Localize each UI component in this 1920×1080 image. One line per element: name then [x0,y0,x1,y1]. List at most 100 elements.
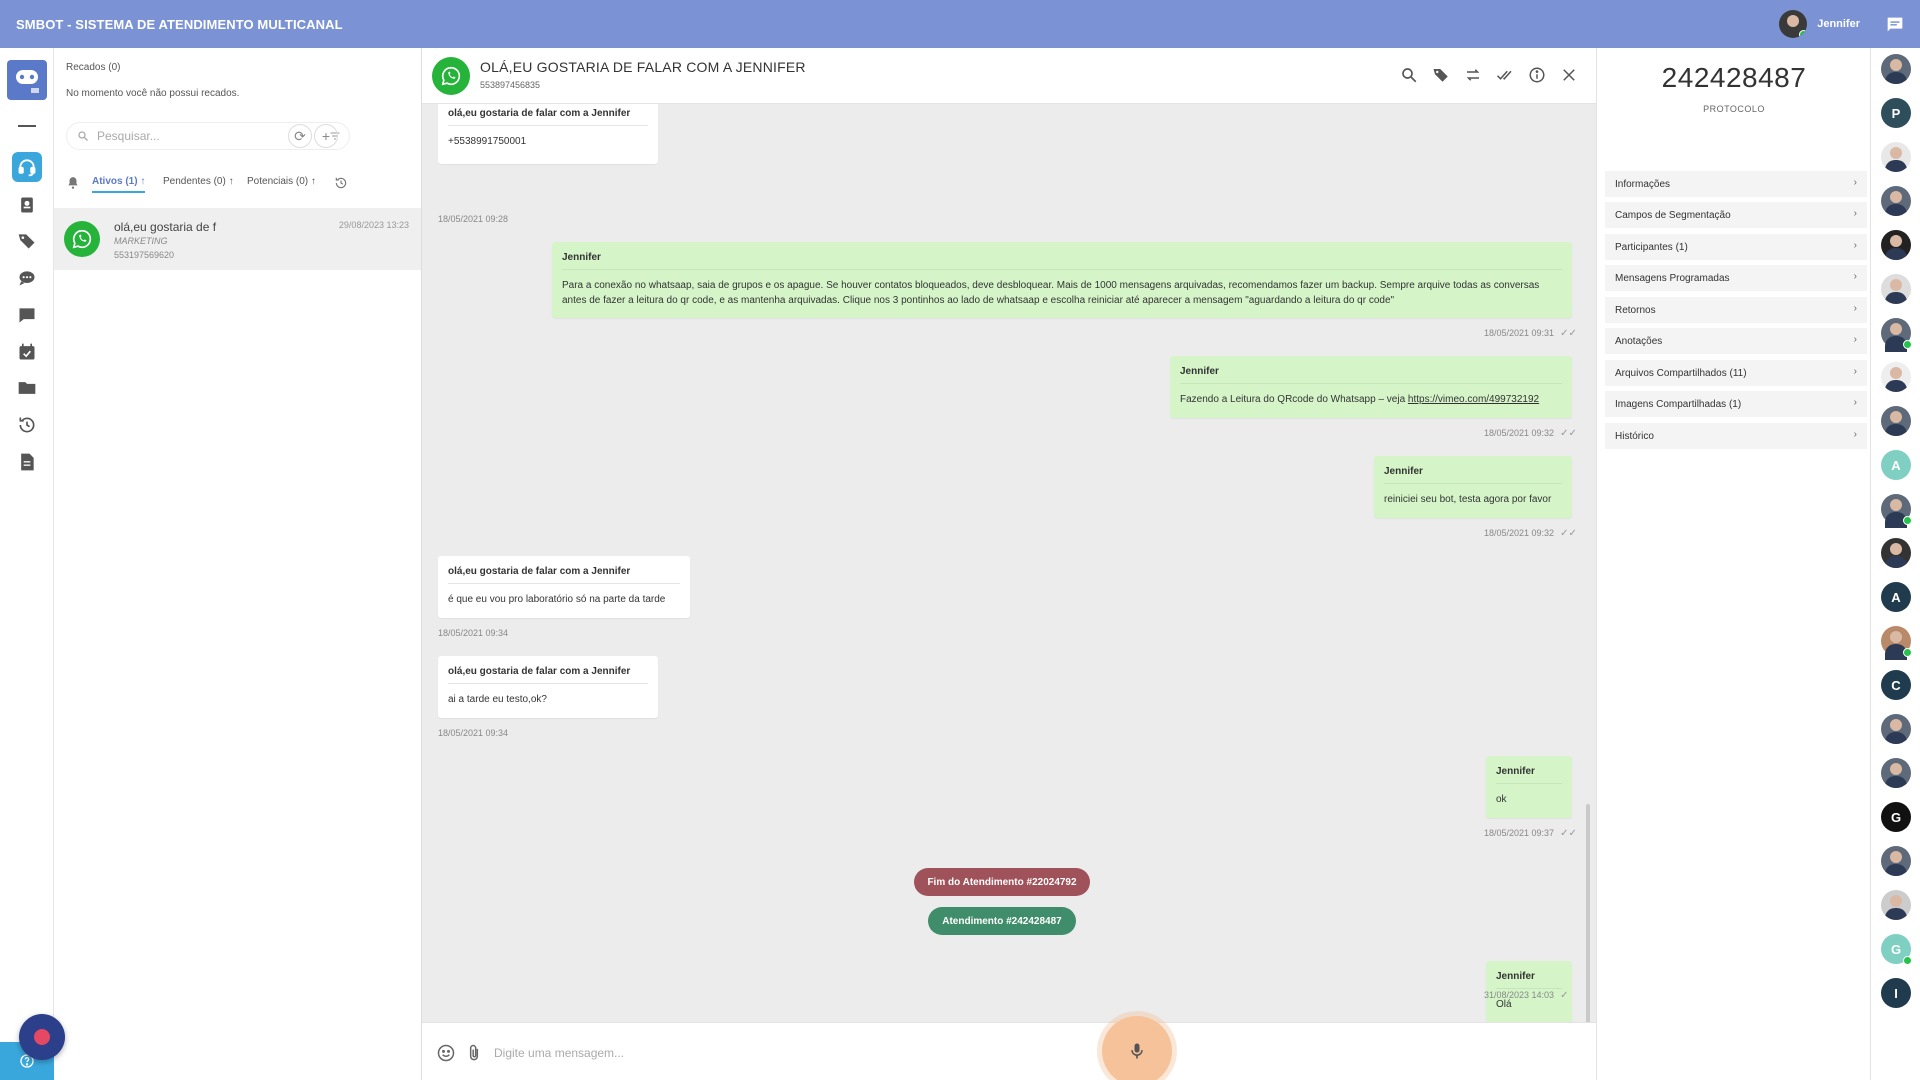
conversation-tabs: Ativos (1) ↑ Pendentes (0) ↑ Potenciais … [66,172,416,200]
tab-pendentes-label: Pendentes (0) [163,176,226,187]
agent-initial: A [1891,457,1901,473]
info-section-anotacoes[interactable]: Anotações › [1605,328,1867,354]
agent-avatar[interactable] [1881,318,1912,352]
message-text: +5538991750001 [448,136,527,147]
history-icon[interactable] [334,176,348,190]
agent-avatar[interactable]: I [1881,978,1911,1008]
video-link[interactable]: https://vimeo.com/499732192 [1408,394,1539,405]
tab-ativos-label: Ativos (1) [92,176,138,187]
bot-logo-icon[interactable] [7,60,47,100]
agent-avatar[interactable]: P [1881,98,1911,128]
agent-avatar[interactable]: A [1881,582,1911,612]
info-section-mensagens[interactable]: Mensagens Programadas › [1605,265,1867,291]
agent-avatar[interactable] [1881,758,1911,788]
agent-avatar[interactable] [1881,142,1911,172]
agent-avatar[interactable] [1881,846,1911,876]
user-avatar [1779,10,1808,38]
info-section-retornos[interactable]: Retornos › [1605,297,1867,323]
tab-pendentes[interactable]: Pendentes (0) ↑ [163,172,234,191]
bell-icon[interactable] [66,176,80,190]
info-section-campos[interactable]: Campos de Segmentação › [1605,202,1867,228]
agent-avatar[interactable]: C [1881,670,1911,700]
info-section-historico[interactable]: Histórico › [1605,423,1867,449]
agent-avatar[interactable] [1881,626,1912,660]
message-status: 31/08/2023 14:03 ✓ [1484,990,1568,1001]
tags-icon[interactable] [12,226,42,256]
outgoing-message: Jennifer Fazendo a Leitura do QRcode do … [1170,356,1572,418]
online-indicator [1903,956,1912,965]
message-sender: olá,eu gostaria de falar com a Jennifer [448,108,648,126]
record-button[interactable] [19,1014,65,1060]
agent-avatar[interactable] [1881,230,1911,260]
tags-icon[interactable] [1432,66,1450,84]
message-icon[interactable] [12,300,42,330]
info-section-participantes[interactable]: Participantes (1) › [1605,234,1867,260]
message-input[interactable]: Digite uma mensagem... [494,1046,624,1060]
message-status: 18/05/2021 09:37 ✓✓ [1484,828,1577,839]
emoji-icon[interactable] [436,1043,456,1063]
double-check-icon: ✓✓ [1560,528,1577,539]
tab-potenciais[interactable]: Potenciais (0) ↑ [247,172,316,191]
microphone-button[interactable] [1102,1016,1172,1080]
transfer-icon[interactable] [1464,66,1482,84]
search-icon [78,131,88,141]
scrollbar[interactable] [1586,804,1590,1022]
message-sender: olá,eu gostaria de falar com a Jennifer [448,566,680,584]
double-check-icon[interactable] [1496,66,1514,84]
whatsapp-icon [64,221,100,257]
message-sender: Jennifer [1180,366,1562,384]
close-icon[interactable] [1560,66,1578,84]
agent-avatar[interactable] [1881,362,1911,392]
agent-avatar[interactable] [1881,890,1911,920]
agent-avatar[interactable] [1881,494,1912,528]
history-icon[interactable] [12,410,42,440]
calendar-check-icon[interactable] [12,337,42,367]
message-sender: Jennifer [1496,971,1562,989]
contacts-icon[interactable] [12,190,42,220]
message-status: 18/05/2021 09:32 ✓✓ [1484,428,1577,439]
record-dot-icon [34,1029,50,1045]
chat-dots-icon[interactable] [12,263,42,293]
info-section-label: Arquivos Compartilhados (11) [1615,367,1747,379]
tab-ativos[interactable]: Ativos (1) ↑ [92,172,146,193]
agent-avatar[interactable] [1881,186,1911,216]
service-badge: Atendimento #242428487 [928,907,1076,935]
message-status: 18/05/2021 09:31 ✓✓ [1484,328,1577,339]
microphone-icon [1131,1043,1143,1059]
document-icon[interactable] [12,447,42,477]
recados-title: Recados (0) [66,62,121,73]
chevron-right-icon: › [1853,334,1857,345]
online-indicator [1799,30,1808,38]
refresh-button[interactable]: ⟳ [288,124,312,148]
message-time: 31/08/2023 14:03 [1484,990,1555,1000]
attachment-icon[interactable] [464,1043,484,1063]
user-menu[interactable]: Jennifer [1779,10,1860,38]
agent-avatar[interactable]: A [1881,450,1911,480]
info-section-imagens[interactable]: Imagens Compartilhadas (1) › [1605,391,1867,417]
info-section-informacoes[interactable]: Informações › [1605,171,1867,197]
message-text-part: Fazendo a Leitura do QRcode do Whatsapp … [1180,394,1408,405]
recados-message: No momento você não possui recados. [66,88,240,99]
info-section-arquivos[interactable]: Arquivos Compartilhados (11) › [1605,360,1867,386]
agent-avatar[interactable] [1881,538,1911,568]
agent-initial: C [1891,677,1901,693]
online-indicator [1903,648,1912,657]
info-section-label: Retornos [1615,304,1656,316]
agent-avatar[interactable] [1881,406,1911,436]
chat-bubble-icon[interactable] [1884,14,1906,36]
message-sender: Jennifer [562,252,1562,270]
agent-avatar[interactable] [1881,54,1911,84]
check-icon: ✓ [1560,990,1569,1001]
info-icon[interactable] [1528,66,1546,84]
agent-avatar[interactable] [1881,274,1911,304]
folder-icon[interactable] [12,373,42,403]
add-button[interactable]: + [314,124,338,148]
info-section-label: Histórico [1615,430,1654,442]
agent-avatar[interactable]: G [1881,802,1911,832]
search-icon[interactable] [1400,66,1418,84]
agent-avatar[interactable]: G [1881,934,1912,965]
conversation-item[interactable]: olá,eu gostaria de f MARKETING 553197569… [54,208,421,270]
message-time: 18/05/2021 09:34 [438,628,509,638]
agent-avatar[interactable] [1881,714,1911,744]
headset-icon[interactable] [12,152,42,182]
